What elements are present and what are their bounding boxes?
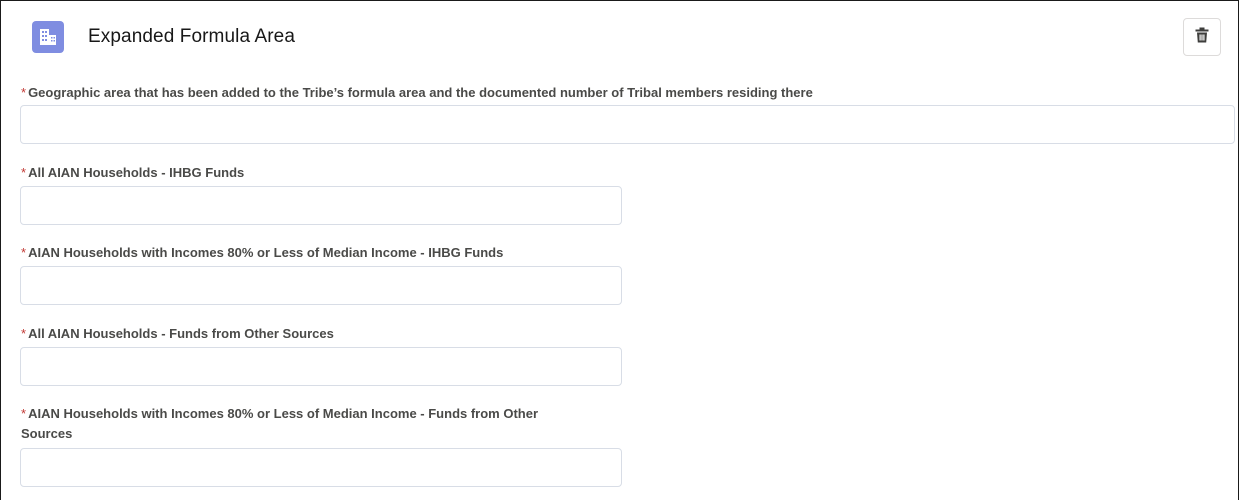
aian-80pct-ihbg-input[interactable] — [20, 266, 622, 305]
aian-80pct-other-label-line2: Sources — [21, 426, 73, 441]
required-marker: * — [21, 165, 27, 180]
all-aian-ihbg-label-text: All AIAN Households - IHBG Funds — [28, 165, 245, 180]
required-marker: * — [21, 326, 27, 341]
geographic-area-label-text: Geographic area that has been added to t… — [28, 85, 813, 100]
building-icon — [32, 21, 64, 53]
all-aian-ihbg-input[interactable] — [20, 186, 622, 225]
all-aian-other-label: * All AIAN Households - Funds from Other … — [21, 324, 334, 344]
geographic-area-input[interactable] — [20, 105, 1235, 144]
geographic-area-label: * Geographic area that has been added to … — [21, 83, 813, 103]
aian-80pct-other-label-line1: AIAN Households with Incomes 80% or Less… — [28, 406, 539, 421]
all-aian-other-input[interactable] — [20, 347, 622, 386]
expanded-formula-area-card: Expanded Formula Area * Geographic area t… — [0, 0, 1239, 500]
delete-button[interactable] — [1183, 18, 1221, 56]
trash-icon — [1195, 27, 1209, 48]
aian-80pct-other-input[interactable] — [20, 448, 622, 487]
required-marker: * — [21, 85, 27, 100]
aian-80pct-other-label: * AIAN Households with Incomes 80% or Les… — [21, 404, 538, 444]
all-aian-ihbg-label: * All AIAN Households - IHBG Funds — [21, 163, 244, 183]
aian-80pct-ihbg-label: * AIAN Households with Incomes 80% or Les… — [21, 243, 503, 263]
required-marker: * — [21, 406, 27, 421]
section-header: Expanded Formula Area — [32, 17, 295, 57]
aian-80pct-ihbg-label-text: AIAN Households with Incomes 80% or Less… — [28, 245, 504, 260]
required-marker: * — [21, 245, 27, 260]
section-title: Expanded Formula Area — [88, 26, 295, 47]
all-aian-other-label-text: All AIAN Households - Funds from Other S… — [28, 326, 334, 341]
